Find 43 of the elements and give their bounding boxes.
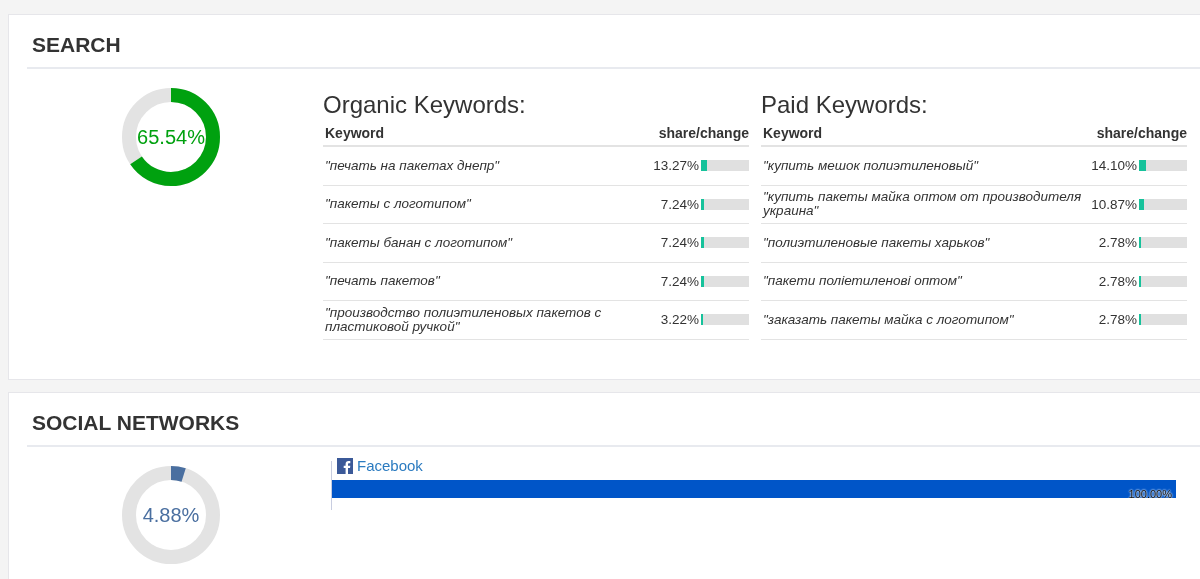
section-title: SOCIAL NETWORKS — [27, 393, 1200, 447]
share-bar — [701, 198, 749, 210]
share-value: 2.78% — [1097, 235, 1137, 251]
share-value: 14.10% — [1090, 158, 1137, 174]
donut-value: 4.88% — [141, 503, 201, 527]
keyword-text: "пакеты банан с логотипом" — [324, 235, 514, 250]
table-title: Paid Keywords: — [761, 91, 929, 119]
keyword-text: "купить пакеты майка оптом от производителя украина" — [761, 190, 1083, 219]
facebook-icon — [337, 457, 353, 474]
share-value: 13.27% — [652, 158, 699, 174]
column-header: Keyword — [763, 125, 823, 141]
share-bar — [1139, 160, 1187, 172]
share-bar — [1139, 314, 1187, 326]
share-bar — [701, 237, 749, 249]
share-bar — [701, 160, 749, 172]
network-link[interactable]: Facebook — [357, 457, 423, 474]
share-value: 2.78% — [1097, 312, 1137, 328]
keyword-text: "заказать пакеты майка с логотипом" — [762, 312, 1015, 327]
column-header: share/change — [658, 125, 749, 141]
keyword-text: "производство полиэтиленовых пакетов с пластиковой ручкой" — [324, 305, 603, 334]
bar-value: 100.00% — [1128, 488, 1172, 500]
keyword-text: "печать пакетов" — [324, 274, 442, 289]
section-title: SEARCH — [27, 15, 1200, 69]
keyword-text: "купить мешок полиэтиленовый" — [762, 158, 980, 173]
keyword-text: "пакеты с логотипом" — [324, 197, 473, 212]
share-value: 7.24% — [659, 235, 699, 251]
keyword-text: "полиэтиленовые пакеты харьков" — [762, 235, 991, 250]
table-title: Organic Keywords: — [323, 91, 527, 119]
share-bar — [1139, 275, 1187, 287]
share-value: 3.22% — [659, 312, 699, 328]
donut-value: 65.54% — [136, 125, 206, 149]
share-value: 7.24% — [659, 273, 699, 289]
share-bar — [701, 314, 749, 326]
share-value: 7.24% — [659, 196, 699, 212]
column-header: Keyword — [325, 125, 385, 141]
share-value: 10.87% — [1090, 196, 1137, 212]
keyword-text: "печать на пакетах днепр" — [324, 158, 501, 173]
column-header: share/change — [1096, 125, 1187, 141]
share-value: 2.78% — [1097, 273, 1137, 289]
share-bar — [1139, 237, 1187, 249]
share-bar — [1139, 198, 1187, 210]
share-bar — [701, 275, 749, 287]
keyword-text: "пакети поліетиленові оптом" — [762, 274, 964, 289]
